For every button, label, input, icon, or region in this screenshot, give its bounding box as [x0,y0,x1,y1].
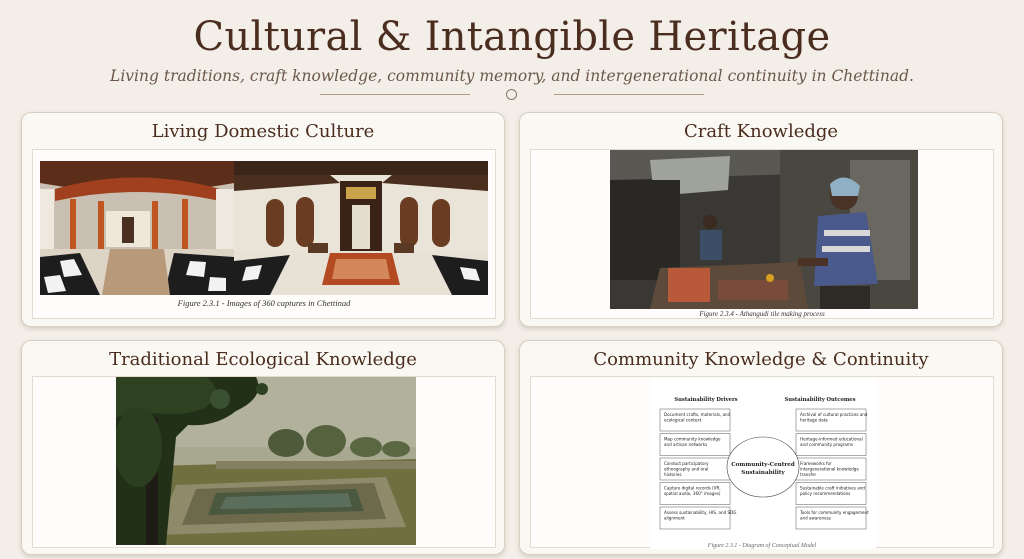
outcome-text: and community programs [800,442,853,447]
card-title: Traditional Ecological Knowledge [109,349,417,370]
outcome-text: Tools for community engagement [799,510,869,515]
image-frame: Figure 2.3.4 - Athangudi tile making pro… [530,149,994,319]
driver-text: histories [664,472,681,477]
temple-tank-image [116,377,416,545]
outcome-text: and awareness [800,515,831,520]
driver-text: ethnography and oral [664,466,708,471]
image-frame: Figure 2.3.1 - Images of 360 captures in… [32,149,496,319]
page-subtitle: Living traditions, craft knowledge, comm… [110,67,914,85]
outcome-text: Archival of cultural practices and [800,412,868,417]
figure-caption: Figure 2.3.1 - Images of 360 captures in… [177,298,351,308]
driver-text: Map community knowledge [664,437,721,442]
driver-text: alignment [664,515,685,520]
conceptual-model-diagram: Sustainability Drivers Sustainability Ou… [650,377,876,549]
driver-text: and artisan networks [664,442,707,447]
image-frame: Sustainability Drivers Sustainability Ou… [530,376,994,549]
divider-ornament-icon [506,89,517,100]
card-title: Craft Knowledge [683,121,839,142]
divider-left [320,94,470,95]
card-title: Community Knowledge & Continuity [593,349,929,370]
driver-text: Document crafts, materials, and [664,412,731,417]
outcome-text: transfer [800,472,816,477]
figure-caption: Figure 2.3.1 - Diagram of Conceptual Mod… [707,543,817,549]
outcome-text: intergenerational knowledge [800,466,859,471]
outcome-text: Frameworks for [800,461,832,466]
card-title: Living Domestic Culture [151,121,375,142]
driver-text: spatial audio, 360° images) [664,491,721,496]
center-label-line2: Sustainability [741,470,785,476]
outcome-text: Heritage-informed educational [800,437,863,442]
panorama-360-image [40,161,488,295]
outcome-text: heritage data [800,417,828,422]
card-traditional-ecological-knowledge: Traditional Ecological Knowledge [21,340,505,555]
center-label-line1: Community-Centred [731,462,795,468]
driver-text: Assess sustainability, HIS, and SDG [664,510,736,515]
outcomes-heading: Sustainability Outcomes [784,397,855,403]
driver-text: ecological context [664,417,702,422]
figure-caption: Figure 2.3.4 - Athangudi tile making pro… [699,310,825,318]
image-frame [32,376,496,548]
outcome-text: Sustainable craft initiatives and [800,486,865,491]
card-community-knowledge-continuity: Community Knowledge & Continuity Sustain… [519,340,1003,555]
card-craft-knowledge: Craft Knowledge Figure 2.3.4 - Athangudi… [519,112,1003,327]
driver-text: Conduct participatory [664,461,709,466]
drivers-heading: Sustainability Drivers [674,397,737,403]
tile-making-image [610,150,918,309]
driver-text: Capture digital records (VR, [664,486,721,491]
page-title: Cultural & Intangible Heritage [193,14,831,60]
outcome-text: policy recommendations [800,491,850,496]
divider-right [554,94,704,95]
card-living-domestic-culture: Living Domestic Culture Figure 2.3.1 - I… [21,112,505,327]
